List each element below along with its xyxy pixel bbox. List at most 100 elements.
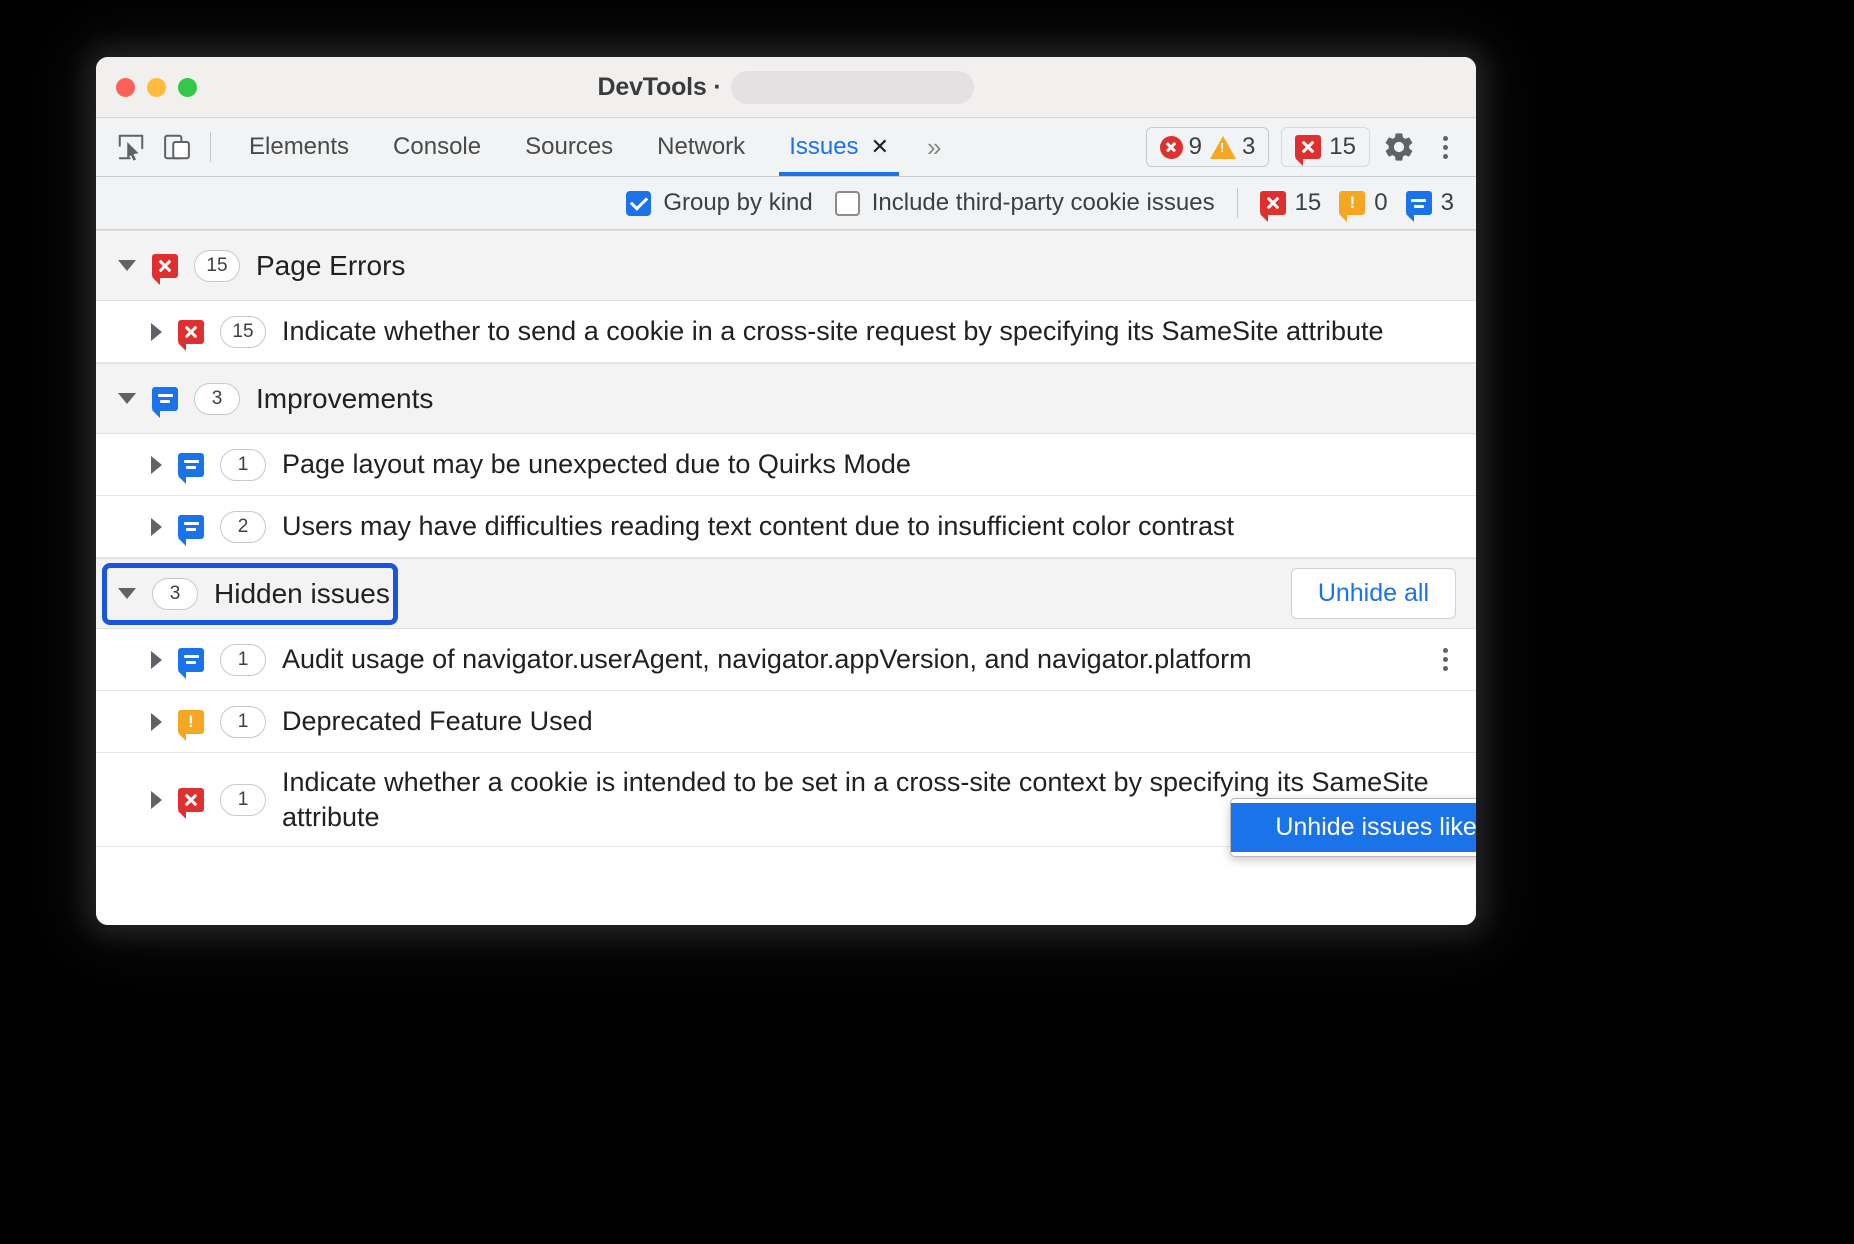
- group-count-badge: 3: [194, 383, 240, 415]
- issue-row[interactable]: ! 1 Deprecated Feature Used: [96, 691, 1476, 753]
- page-error-icon: [152, 254, 178, 278]
- minimize-window-button[interactable]: [147, 78, 166, 97]
- issue-count-badge: 15: [220, 316, 266, 348]
- gear-icon[interactable]: [1382, 130, 1416, 164]
- tab-label: Elements: [249, 133, 349, 161]
- chevron-right-icon[interactable]: [151, 651, 162, 669]
- unhide-all-button[interactable]: Unhide all: [1291, 568, 1456, 619]
- checkbox-label: Group by kind: [663, 189, 812, 217]
- error-count: 9: [1160, 133, 1202, 161]
- toolbar-right: 9 3 15: [1146, 127, 1462, 167]
- devtools-tab-bar: Elements Console Sources Network Issues …: [96, 118, 1476, 177]
- group-title: Improvements: [256, 383, 433, 415]
- warning-count: 3: [1210, 133, 1255, 161]
- issue-count-badge: 1: [220, 644, 266, 676]
- breaking-change-icon: !: [1339, 191, 1365, 215]
- chevron-double-right-icon[interactable]: »: [911, 132, 954, 163]
- count-value: 3: [1441, 189, 1454, 217]
- toolbar-divider: [210, 132, 211, 162]
- improvement-icon: [152, 387, 178, 411]
- chevron-right-icon[interactable]: [151, 518, 162, 536]
- issue-row[interactable]: 1 Audit usage of navigator.userAgent, na…: [96, 629, 1476, 691]
- tab-elements[interactable]: Elements: [227, 118, 371, 176]
- chevron-right-icon[interactable]: [151, 456, 162, 474]
- improvement-icon: [178, 453, 204, 477]
- include-third-party-checkbox[interactable]: Include third-party cookie issues: [835, 189, 1215, 217]
- breaking-change-count[interactable]: ! 0: [1339, 189, 1387, 217]
- error-count-value: 9: [1189, 133, 1202, 161]
- group-header-page-errors[interactable]: 15 Page Errors: [96, 230, 1476, 301]
- chevron-right-icon[interactable]: [151, 791, 162, 809]
- window-title-wrap: DevTools ·: [96, 71, 1476, 104]
- tab-label: Network: [657, 133, 745, 161]
- page-error-icon: [178, 320, 204, 344]
- page-error-count[interactable]: 15: [1260, 189, 1322, 217]
- checkbox-box[interactable]: [835, 191, 860, 216]
- breaking-change-icon: !: [178, 710, 204, 734]
- issues-count-value: 15: [1329, 133, 1356, 161]
- chevron-right-icon[interactable]: [151, 713, 162, 731]
- improvement-count[interactable]: 3: [1406, 189, 1454, 217]
- issue-title: Indicate whether to send a cookie in a c…: [282, 314, 1456, 349]
- error-circle-icon: [1160, 136, 1183, 159]
- chevron-down-icon[interactable]: [118, 588, 136, 599]
- device-toggle-icon[interactable]: [160, 130, 194, 164]
- issue-title: Audit usage of navigator.userAgent, navi…: [282, 642, 1419, 677]
- chevron-down-icon[interactable]: [118, 393, 136, 404]
- group-count-badge: 3: [152, 578, 198, 610]
- kebab-menu-icon[interactable]: [1428, 130, 1462, 164]
- issues-count-chip[interactable]: 15: [1281, 127, 1370, 167]
- group-header-hidden-issues[interactable]: 3 Hidden issues Unhide all: [96, 558, 1476, 629]
- issue-title: Deprecated Feature Used: [282, 704, 1456, 739]
- context-menu-item-unhide-issues-like-this[interactable]: Unhide issues like this: [1231, 803, 1476, 852]
- page-error-icon: [1260, 191, 1286, 215]
- checkbox-label: Include third-party cookie issues: [872, 189, 1215, 217]
- improvement-icon: [178, 648, 204, 672]
- tab-console[interactable]: Console: [371, 118, 503, 176]
- console-counts-chip[interactable]: 9 3: [1146, 127, 1270, 167]
- issue-row[interactable]: 2 Users may have difficulties reading te…: [96, 496, 1476, 558]
- tab-list: Elements Console Sources Network Issues …: [227, 118, 954, 176]
- context-menu: Unhide issues like this: [1230, 798, 1476, 857]
- page-title: DevTools ·: [598, 73, 722, 102]
- issue-count-badge: 1: [220, 706, 266, 738]
- redacted-title-bar: [731, 71, 974, 104]
- issue-count-badge: 1: [220, 449, 266, 481]
- page-error-icon: [178, 788, 204, 812]
- count-value: 0: [1374, 189, 1387, 217]
- improvement-icon: [178, 515, 204, 539]
- issue-count-badge: 2: [220, 511, 266, 543]
- close-icon[interactable]: ✕: [871, 136, 889, 158]
- issue-title: Users may have difficulties reading text…: [282, 509, 1456, 544]
- group-title: Hidden issues: [214, 578, 390, 610]
- warning-triangle-icon: [1210, 136, 1236, 159]
- group-count-badge: 15: [194, 250, 240, 282]
- tab-network[interactable]: Network: [635, 118, 767, 176]
- group-by-kind-checkbox[interactable]: Group by kind: [626, 189, 812, 217]
- tab-issues[interactable]: Issues ✕: [767, 118, 911, 176]
- chevron-right-icon[interactable]: [151, 323, 162, 341]
- filter-divider: [1237, 188, 1238, 218]
- checkbox-box[interactable]: [626, 191, 651, 216]
- tab-label: Issues: [789, 133, 858, 161]
- devtools-window: DevTools · E: [96, 57, 1476, 925]
- tab-label: Console: [393, 133, 481, 161]
- improvement-icon: [1406, 191, 1432, 215]
- tab-sources[interactable]: Sources: [503, 118, 635, 176]
- issue-kebab-menu-icon[interactable]: [1435, 644, 1456, 675]
- chevron-down-icon[interactable]: [118, 260, 136, 271]
- close-window-button[interactable]: [116, 78, 135, 97]
- page-error-icon: [1295, 135, 1321, 159]
- title-bar: DevTools ·: [96, 57, 1476, 118]
- issue-row[interactable]: 15 Indicate whether to send a cookie in …: [96, 301, 1476, 363]
- inspect-cursor-icon[interactable]: [114, 130, 148, 164]
- issue-kind-counts: 15 ! 0 3: [1260, 189, 1454, 217]
- zoom-window-button[interactable]: [178, 78, 197, 97]
- count-value: 15: [1295, 189, 1322, 217]
- issues-filter-bar: Group by kind Include third-party cookie…: [96, 177, 1476, 230]
- issue-row[interactable]: 1 Page layout may be unexpected due to Q…: [96, 434, 1476, 496]
- warning-count-value: 3: [1242, 133, 1255, 161]
- traffic-lights: [116, 78, 197, 97]
- tab-label: Sources: [525, 133, 613, 161]
- group-header-improvements[interactable]: 3 Improvements: [96, 363, 1476, 434]
